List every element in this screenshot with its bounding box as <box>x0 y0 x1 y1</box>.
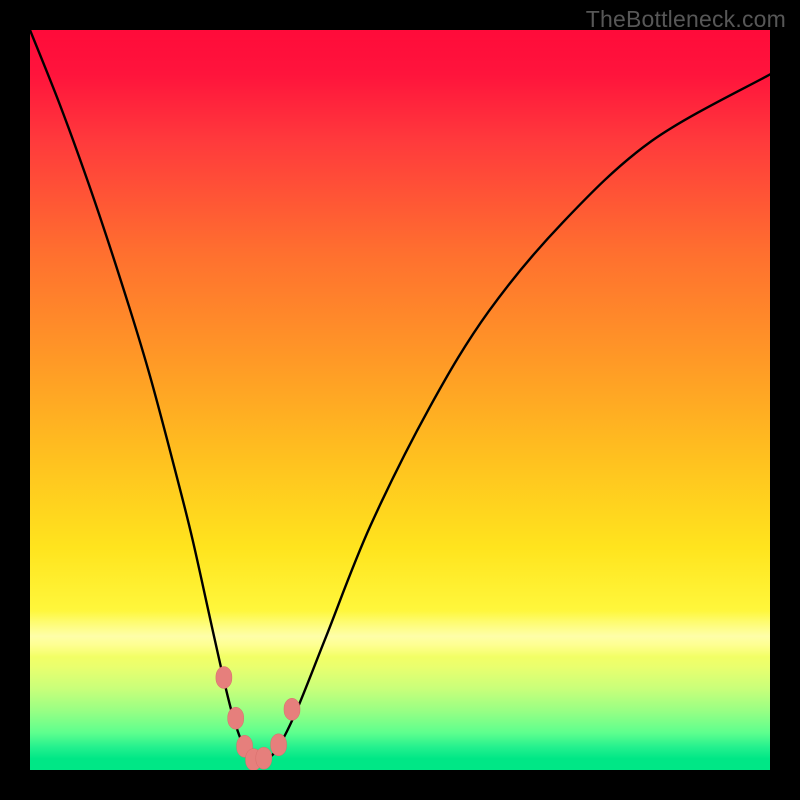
marker-blob <box>256 747 272 769</box>
curve-path <box>30 30 770 763</box>
marker-blob <box>216 667 232 689</box>
marker-cluster <box>216 667 300 771</box>
marker-blob <box>271 734 287 756</box>
watermark-text: TheBottleneck.com <box>586 6 786 33</box>
plot-area <box>30 30 770 770</box>
marker-blob <box>284 698 300 720</box>
chart-stage: TheBottleneck.com <box>0 0 800 800</box>
marker-blob <box>228 707 244 729</box>
bottleneck-curve <box>30 30 770 770</box>
